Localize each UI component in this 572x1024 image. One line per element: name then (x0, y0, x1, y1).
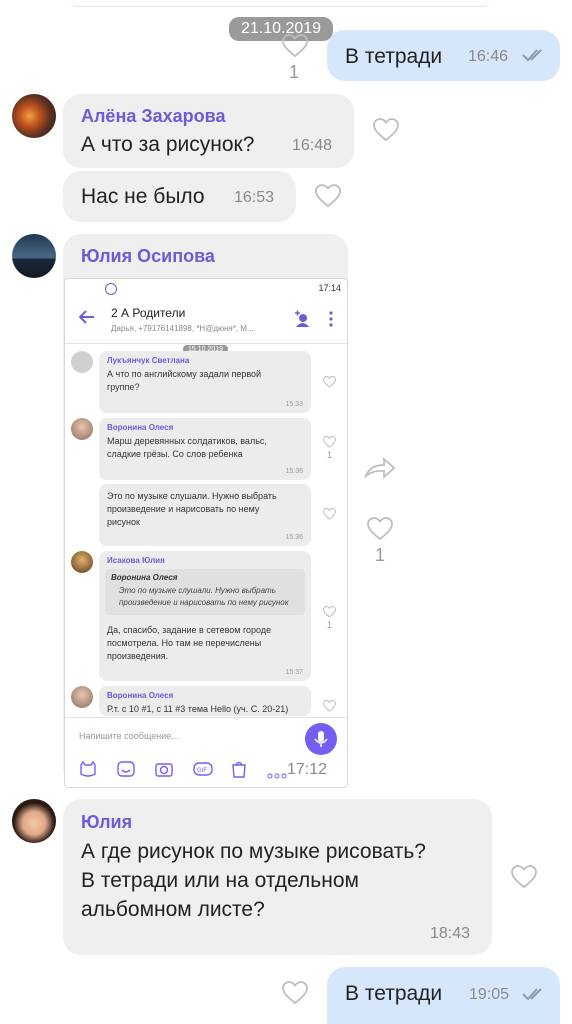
like-heart-icon (322, 605, 337, 618)
sticker-icon (79, 760, 97, 777)
more-menu-icon[interactable] (329, 311, 333, 327)
message-line: произведения. (107, 651, 169, 661)
sender-name: Лукъянчук Светлана (107, 356, 190, 365)
message-line: рисунок (107, 517, 140, 527)
message-time: 18:43 (430, 925, 471, 942)
quoted-message: Воронина Олеся Это по музыке слушали. Ну… (105, 569, 305, 615)
message-text-line: А где рисунок по музыке рисовать? (81, 840, 426, 863)
like-count: 1 (327, 450, 333, 460)
incoming-image-message[interactable]: Юлия Осипова 17:14 2 А Родители Дарья, +… (63, 234, 348, 788)
sender-name[interactable]: Алёна Захарова (81, 106, 225, 127)
avatar[interactable] (12, 94, 56, 138)
like-heart-icon (322, 699, 337, 712)
message-line: группе? (107, 382, 140, 392)
message-line: посмотрела. Но там не перечислены (107, 638, 262, 648)
message-time: 15:36 (285, 534, 303, 541)
shopping-bag-icon (231, 760, 247, 778)
message-input: Напишите сообщение... (79, 731, 179, 741)
like-heart-icon[interactable] (315, 184, 341, 208)
message-text-line: альбомном листе? (81, 898, 265, 921)
message-line: Это по музыке слушали. Нужно выбрать (107, 491, 277, 501)
message-line: А что по английскому задали первой (107, 369, 262, 379)
message-time: 17:12 (287, 761, 328, 778)
like-count: 1 (374, 545, 385, 565)
outgoing-message[interactable]: В тетради 16:46 (327, 30, 560, 81)
message-text: В тетради (345, 982, 443, 1005)
forward-icon[interactable] (363, 456, 396, 480)
message-time: 16:46 (468, 48, 509, 65)
sender-name: Воронина Олеся (107, 423, 174, 432)
avatar (71, 686, 93, 708)
add-participant-icon[interactable] (293, 310, 309, 328)
message-time: 19:05 (469, 986, 510, 1003)
chat-item: Воронина Олеся Марш деревянных солдатико… (99, 418, 311, 480)
read-check-icon (522, 48, 546, 62)
message-time: 16:48 (292, 137, 333, 154)
message-line: Р.т. с 10 #1, с 11 #3 тема Hello (уч. С.… (107, 704, 289, 714)
like-heart-icon (322, 507, 337, 520)
like-heart-icon[interactable] (367, 517, 393, 541)
like-heart-icon (322, 435, 337, 448)
incoming-message[interactable]: Алёна Захарова А что за рисунок? 16:48 (63, 94, 354, 168)
chat-header: 2 А Родители Дарья, +79176141898, *Н@дюн… (65, 297, 347, 344)
camera-icon (155, 761, 173, 777)
message-time: 15:37 (285, 669, 303, 676)
like-heart-icon (322, 375, 337, 388)
like-heart-icon[interactable] (511, 865, 537, 889)
chat-item: Лукъянчук Светлана А что по английскому … (99, 351, 311, 413)
like-heart-icon[interactable] (282, 34, 308, 58)
message-line: Да, спасибо, задание в сетевом городе (107, 625, 272, 635)
sender-name: Исакова Юлия (107, 556, 165, 565)
chat-item: Это по музыке слушали. Нужно выбрать про… (99, 484, 311, 546)
viber-status-icon (105, 283, 117, 295)
emoji-icon (117, 761, 135, 777)
message-line: Марш деревянных солдатиков, вальс, (107, 436, 267, 446)
group-title[interactable]: 2 А Родители (111, 306, 185, 320)
chat-item: Воронина Олеся Р.т. с 10 #1, с 11 #3 тем… (99, 686, 311, 716)
outgoing-message[interactable]: В тетради 19:05 (327, 967, 560, 1024)
like-heart-icon[interactable] (373, 118, 399, 142)
message-text: В тетради (345, 45, 443, 68)
message-text: Нас не было (81, 185, 205, 208)
message-time: 16:53 (234, 189, 275, 206)
like-heart-icon[interactable] (282, 981, 308, 1005)
message-time: 15:36 (285, 468, 303, 475)
message-text: А что за рисунок? (81, 133, 255, 156)
back-arrow-icon[interactable] (78, 310, 95, 324)
image-attachment[interactable]: 17:14 2 А Родители Дарья, +79176141898, … (64, 278, 348, 788)
message-time: 15:33 (285, 401, 303, 408)
more-options-icon (267, 766, 287, 779)
sender-name[interactable]: Юлия (81, 812, 132, 833)
avatar (71, 418, 93, 440)
microphone-button (305, 723, 337, 755)
like-count: 1 (288, 62, 299, 82)
avatar[interactable] (12, 799, 56, 843)
sender-name[interactable]: Юлия Осипова (81, 246, 215, 267)
incoming-message[interactable]: Юлия А где рисунок по музыке рисовать? В… (63, 799, 492, 955)
incoming-message[interactable]: Нас не было 16:53 (63, 171, 296, 222)
read-check-icon (522, 987, 546, 1001)
quoted-line: Это по музыке слушали. Нужно выбрать (119, 586, 276, 595)
message-line: сладкие грёзы. Со слов ребенка (107, 449, 243, 459)
message-line: произведение и нарисовать по нему (107, 504, 260, 514)
sender-name: Воронина Олеся (107, 691, 174, 700)
status-clock: 17:14 (318, 283, 341, 293)
quoted-line: произведение и нарисовать по нему рисуно… (119, 598, 289, 607)
message-text-line: В тетради или на отдельном (81, 869, 359, 892)
gif-icon: GIF (193, 761, 213, 777)
quoted-sender: Воронина Олеся (111, 573, 178, 582)
previous-message-edge (70, 0, 490, 7)
svg-text:GIF: GIF (197, 768, 207, 774)
like-count: 1 (327, 620, 333, 630)
avatar (71, 351, 93, 373)
avatar[interactable] (12, 234, 56, 278)
avatar (71, 551, 93, 573)
chat-item: Исакова Юлия Воронина Олеся Это по музык… (99, 551, 311, 681)
group-members: Дарья, +79176141898, *Н@дюня*, М... (111, 324, 254, 333)
